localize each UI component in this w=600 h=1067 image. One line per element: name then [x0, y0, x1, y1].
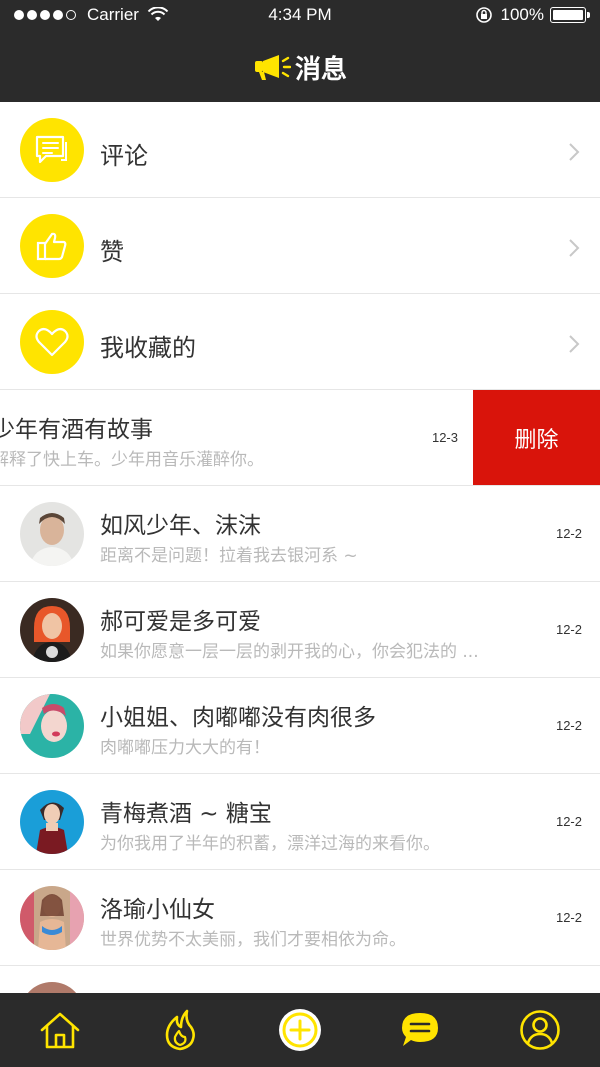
- avatar: [20, 694, 84, 758]
- message-preview: 为你我用了半年的积蓄，漂洋过海的来看你。: [100, 834, 440, 854]
- message-list: 评论 赞 我收藏的 少年有酒有故事 解释了快上车。少年用音乐灌醉你。 12-3 …: [0, 102, 600, 1062]
- avatar: [20, 598, 84, 662]
- message-row-swiped[interactable]: 少年有酒有故事 解释了快上车。少年用音乐灌醉你。 12-3 删除: [0, 390, 600, 486]
- battery-icon: [550, 7, 590, 23]
- chevron-right-icon: [569, 239, 580, 257]
- message-preview: 距离不是问题！拉着我去银河系 ~: [100, 546, 358, 566]
- tab-bar: [0, 993, 600, 1067]
- nav-title-group: 消息: [253, 49, 347, 86]
- avatar: [20, 502, 84, 566]
- menu-item-favorites[interactable]: 我收藏的: [0, 294, 600, 390]
- tab-add[interactable]: [270, 1000, 330, 1060]
- menu-item-label: 评论: [100, 142, 148, 170]
- message-preview: 世界优势不太美丽，我们才要相依为命。: [100, 930, 406, 950]
- profile-icon: [520, 1010, 560, 1050]
- message-row[interactable]: 小姐姐、肉嘟嘟没有肉很多 肉嘟嘟压力大大的有！ 12-2: [0, 678, 600, 774]
- message-date: 12-2: [555, 718, 582, 733]
- message-sender: 洛瑜小仙女: [100, 897, 215, 923]
- tab-profile[interactable]: [510, 1000, 570, 1060]
- delete-button[interactable]: 删除: [473, 390, 600, 485]
- message-sender: 少年有酒有故事: [0, 417, 153, 443]
- message-row[interactable]: 如风少年、沫沫 距离不是问题！拉着我去银河系 ~ 12-2: [0, 486, 600, 582]
- message-sender: 青梅煮酒 ~ 糖宝: [100, 801, 272, 827]
- status-right: 100%: [475, 5, 590, 25]
- page-title: 消息: [294, 54, 347, 85]
- add-icon: [279, 1009, 321, 1051]
- message-date: 12-2: [555, 910, 582, 925]
- battery-percent: 100%: [500, 5, 544, 24]
- tab-messages[interactable]: [390, 1000, 450, 1060]
- heart-icon: [20, 310, 84, 374]
- menu-item-label: 赞: [100, 238, 124, 266]
- home-icon: [40, 1012, 80, 1049]
- menu-item-likes[interactable]: 赞: [0, 198, 600, 294]
- message-row[interactable]: 洛瑜小仙女 世界优势不太美丽，我们才要相依为命。 12-2: [0, 870, 600, 966]
- message-sender: 如风少年、沫沫: [100, 513, 261, 539]
- message-preview: 肉嘟嘟压力大大的有！: [100, 738, 270, 758]
- thumbs-up-icon: [20, 214, 84, 278]
- message-icon: [402, 1013, 438, 1046]
- avatar: [20, 886, 84, 950]
- flame-icon: [165, 1009, 195, 1051]
- message-row[interactable]: 青梅煮酒 ~ 糖宝 为你我用了半年的积蓄，漂洋过海的来看你。 12-2: [0, 774, 600, 870]
- status-bar: Carrier 4:34 PM 100%: [0, 0, 600, 32]
- tab-hot[interactable]: [150, 1000, 210, 1060]
- message-date: 12-3: [431, 430, 458, 445]
- avatar: [20, 790, 84, 854]
- menu-item-comments[interactable]: 评论: [0, 102, 600, 198]
- comment-icon: [20, 118, 84, 182]
- megaphone-icon: [254, 55, 291, 80]
- message-preview: 解释了快上车。少年用音乐灌醉你。: [0, 450, 264, 470]
- message-preview: 如果你愿意一层一层的剥开我的心，你会犯法的 ...: [100, 642, 479, 662]
- rotation-lock-icon: [475, 7, 492, 23]
- nav-bar: 消息: [0, 32, 600, 102]
- message-date: 12-2: [555, 526, 582, 541]
- menu-item-label: 我收藏的: [100, 334, 196, 362]
- message-date: 12-2: [555, 622, 582, 637]
- chevron-right-icon: [569, 143, 580, 161]
- message-row[interactable]: 郝可爱是多可爱 如果你愿意一层一层的剥开我的心，你会犯法的 ... 12-2: [0, 582, 600, 678]
- message-sender: 郝可爱是多可爱: [100, 609, 261, 635]
- message-date: 12-2: [555, 814, 582, 829]
- chevron-right-icon: [569, 335, 580, 353]
- tab-home[interactable]: [30, 1000, 90, 1060]
- message-sender: 小姐姐、肉嘟嘟没有肉很多: [100, 705, 376, 731]
